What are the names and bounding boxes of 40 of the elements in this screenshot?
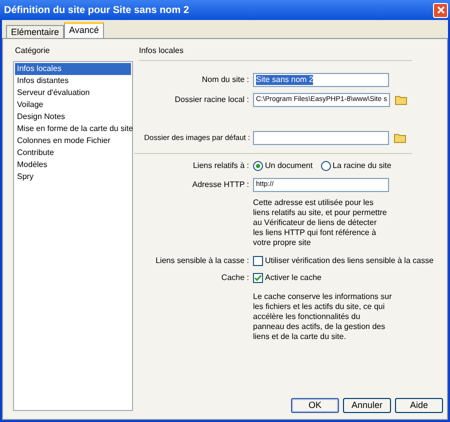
checkbox[interactable] xyxy=(253,273,263,283)
help-text: Le cache conserve les informations sur les fichiers et les actifs du site, ce qui accélère les fonctionnalités du panneau des actifs, de la gestion des liens et de la carte du site. xyxy=(253,292,393,342)
category-item[interactable]: Mise en forme de la carte du site xyxy=(15,123,131,135)
close-icon xyxy=(436,6,444,14)
radio-label: Un document xyxy=(265,160,313,172)
close-button[interactable] xyxy=(433,2,448,18)
category-item[interactable]: Colonnes en mode Fichier xyxy=(15,135,131,147)
radio-button[interactable] xyxy=(320,161,331,171)
tab[interactable]: Elémentaire xyxy=(6,25,64,38)
radio-label: La racine du site xyxy=(332,160,392,172)
category-item[interactable]: Serveur d'évaluation xyxy=(15,87,131,99)
folder-icon[interactable] xyxy=(394,133,406,143)
window-title: Définition du site pour Site sans nom 2 xyxy=(4,4,190,18)
text-field[interactable]: Site sans nom 2 xyxy=(253,73,389,87)
category-item[interactable]: Voilage xyxy=(15,99,131,111)
checkbox[interactable] xyxy=(253,256,263,266)
radio-button[interactable] xyxy=(253,161,263,171)
folder-icon[interactable] xyxy=(395,95,408,105)
tab[interactable]: Avancé xyxy=(64,22,104,38)
field-label: Adresse HTTP : xyxy=(191,179,250,191)
dialog-button[interactable]: Aide xyxy=(395,398,443,413)
dialog-button[interactable]: OK xyxy=(291,398,339,413)
category-item[interactable]: Contribute xyxy=(15,147,131,159)
section-title: Infos locales xyxy=(139,45,184,57)
category-item[interactable]: Design Notes xyxy=(15,111,131,123)
text-field[interactable] xyxy=(253,131,389,145)
category-item[interactable]: Infos locales xyxy=(15,63,131,75)
field-label: Liens relatifs à : xyxy=(192,160,250,172)
field-label: Dossier racine local : xyxy=(174,94,250,106)
checkbox-label: Utiliser vérification des liens sensible à la casse xyxy=(265,255,434,267)
category-item[interactable]: Infos distantes xyxy=(15,75,131,87)
category-heading: Catégorie xyxy=(14,45,51,57)
category-item[interactable]: Spry xyxy=(15,171,131,183)
field-label: Nom du site : xyxy=(200,74,250,86)
category-item[interactable]: Modèles xyxy=(15,159,131,171)
field-label: Liens sensible à la casse : xyxy=(154,255,250,267)
checkbox-label: Activer le cache xyxy=(265,272,322,284)
dialog-button[interactable]: Annuler xyxy=(343,398,391,413)
field-label: Cache : xyxy=(220,272,250,284)
help-text: Cette adresse est utilisée pour les liens relatifs au site, et pour permettre au Vérificateur de liens de détecter les liens HTTP qui font référence à votre propre site xyxy=(253,198,388,248)
